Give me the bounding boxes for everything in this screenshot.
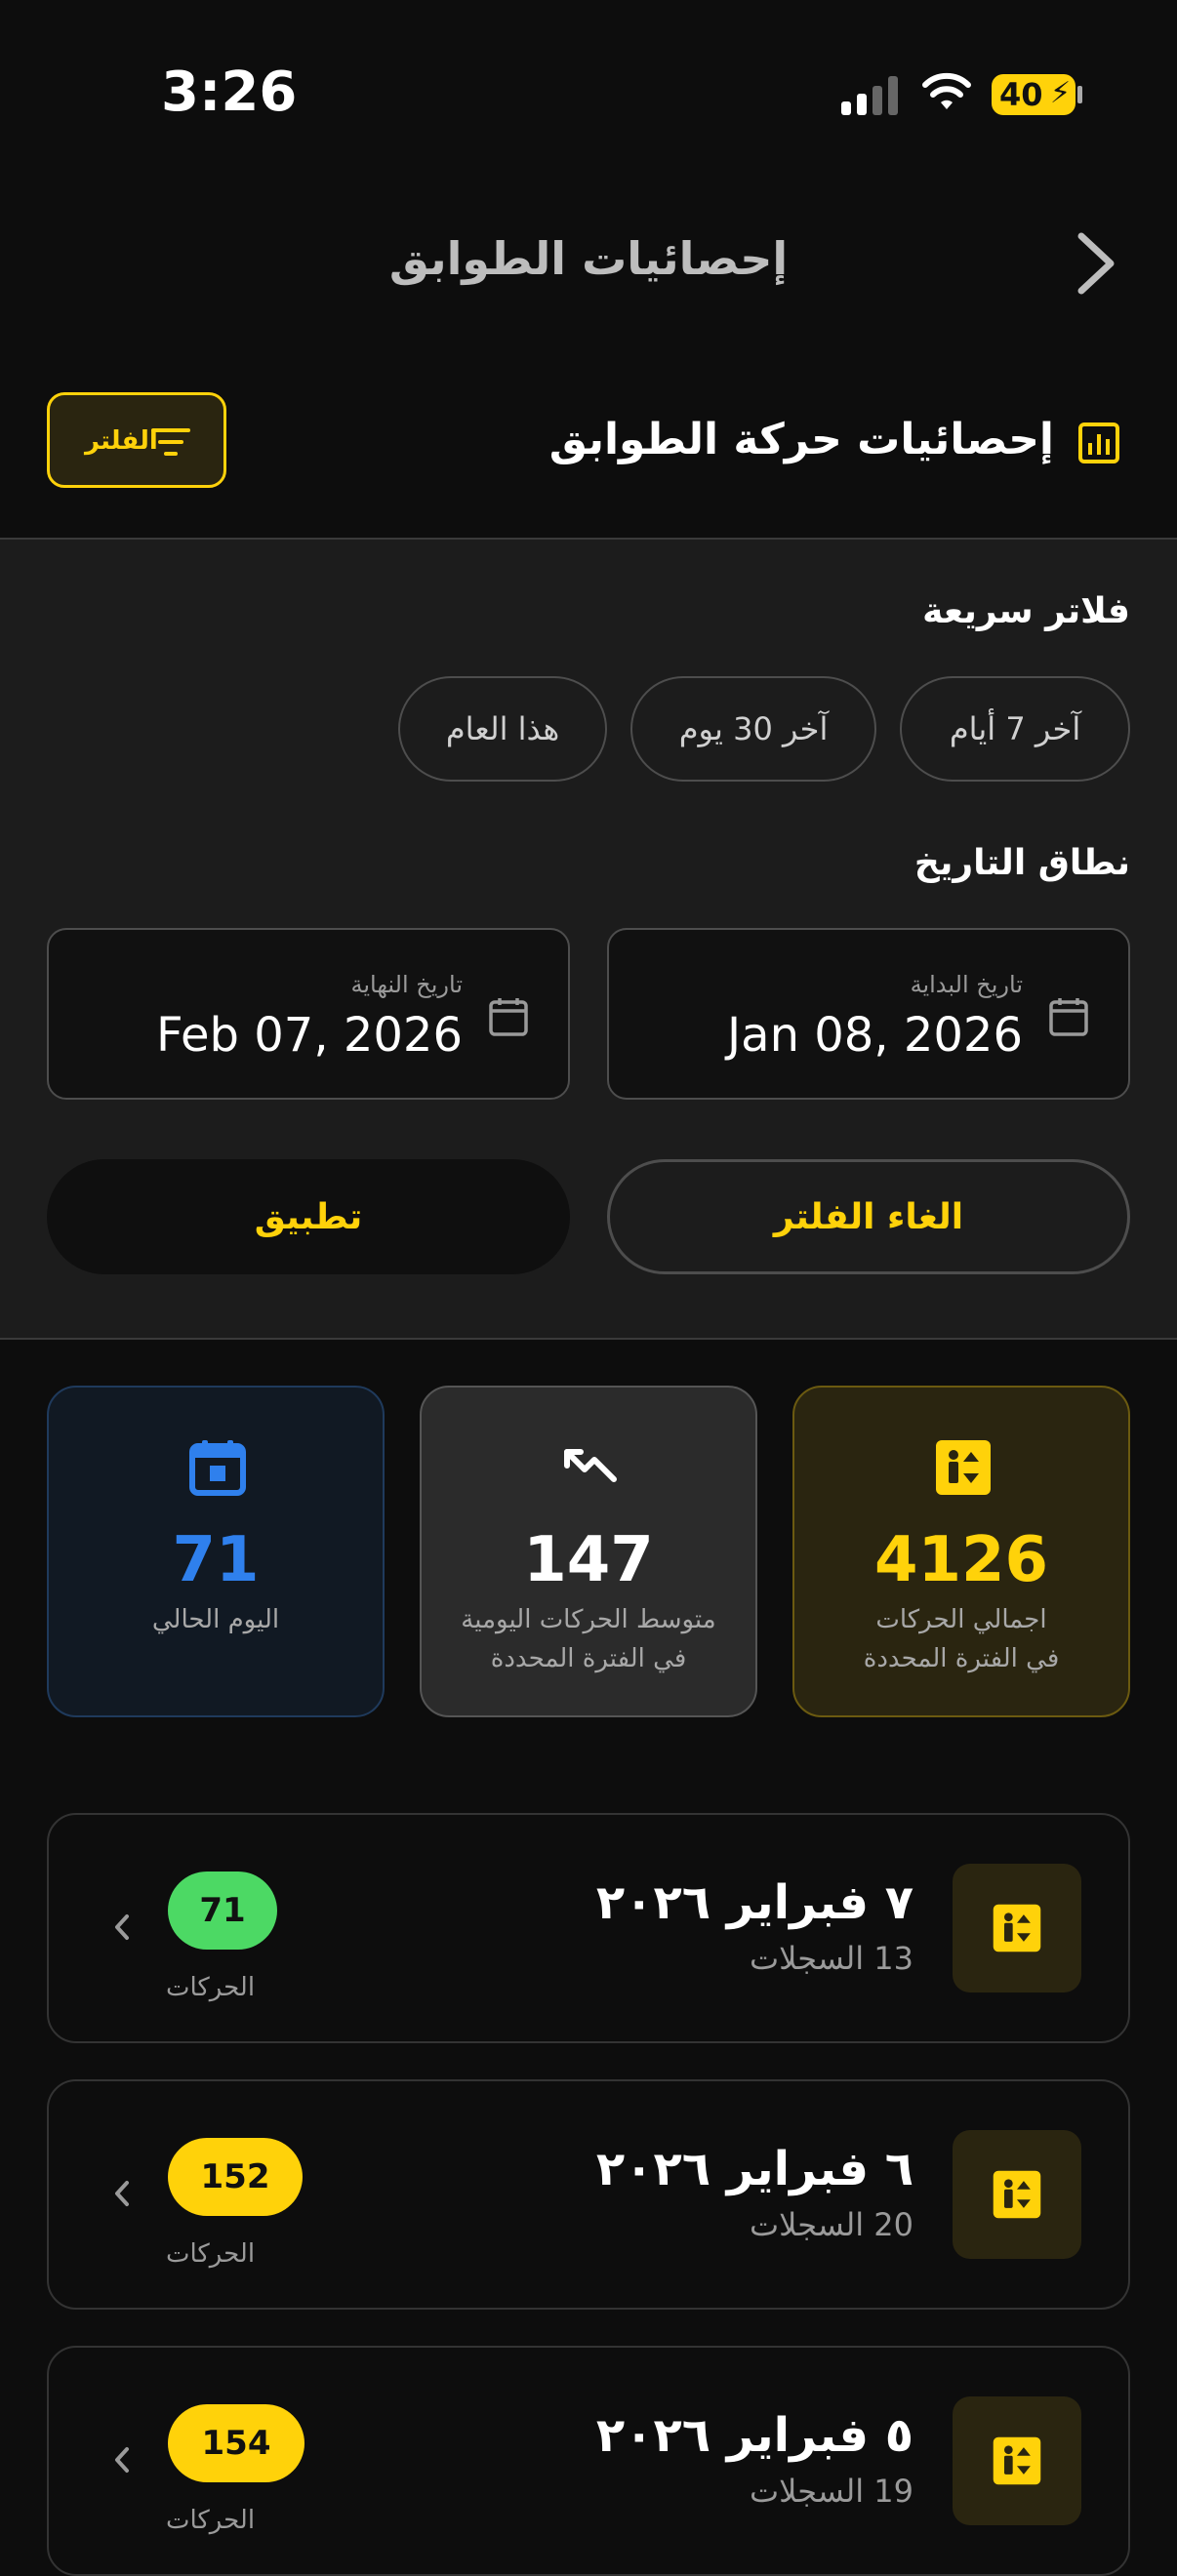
- quick-filters-title: فلاتر سريعة: [922, 591, 1130, 631]
- section-title: إحصائيات حركة الطوابق: [548, 415, 1054, 464]
- chip-this-year[interactable]: هذا العام: [398, 676, 607, 782]
- elevator-icon-box: [953, 2396, 1081, 2525]
- trending-icon: [564, 1449, 617, 1482]
- average-moves-caption-line1: متوسط الحركات اليومية: [461, 1605, 716, 1634]
- total-moves-card: 4126 اجمالي الحركات في الفترة المحددة: [792, 1386, 1130, 1717]
- total-moves-caption-line1: اجمالي الحركات: [875, 1605, 1047, 1634]
- average-moves-caption-line2: في الفترة المحددة: [490, 1644, 687, 1673]
- average-moves-value: 147: [523, 1524, 654, 1596]
- battery-nub: [1077, 86, 1082, 103]
- day-records: 19 السجلات: [750, 2473, 913, 2510]
- day-records: 20 السجلات: [750, 2206, 913, 2243]
- calendar-icon: [489, 998, 528, 1036]
- apply-button[interactable]: تطبيق: [47, 1159, 570, 1274]
- elevator-icon: [936, 1440, 991, 1495]
- wifi-icon: [922, 72, 971, 109]
- calendar-icon: [1049, 998, 1088, 1036]
- total-moves-value: 4126: [873, 1524, 1049, 1596]
- today-card: 71 اليوم الحالي: [47, 1386, 385, 1717]
- end-date-caption: تاريخ النهاية: [350, 971, 463, 998]
- chevron-left-icon: [115, 1914, 129, 1940]
- chevron-left-icon: [115, 2181, 129, 2206]
- end-date-value: Feb 07, 2026: [156, 1008, 463, 1063]
- moves-badge: 152: [168, 2138, 303, 2216]
- chip-last-7-days[interactable]: آخر 7 أيام: [900, 676, 1130, 782]
- day-date: ٦ فبراير ٢٠٢٦: [595, 2142, 913, 2196]
- filter-icon: [151, 428, 190, 456]
- day-row[interactable]: ٧ فبراير ٢٠٢٦ 13 السجلات 71 الحركات: [47, 1813, 1130, 2043]
- today-caption: اليوم الحالي: [151, 1605, 280, 1634]
- start-date-caption: تاريخ البداية: [910, 971, 1023, 998]
- moves-label: الحركات: [166, 2239, 256, 2269]
- filter-button-label: الفلتر: [85, 426, 158, 456]
- start-date-field[interactable]: تاريخ البداية Jan 08, 2026: [607, 928, 1130, 1100]
- total-moves-caption: اجمالي الحركات في الفترة المحددة: [794, 1600, 1128, 1678]
- moves-badge: 71: [168, 1872, 277, 1950]
- filter-button[interactable]: الفلتر: [47, 392, 226, 488]
- average-moves-card: 147 متوسط الحركات اليومية في الفترة المح…: [420, 1386, 757, 1717]
- start-date-value: Jan 08, 2026: [727, 1008, 1023, 1063]
- average-moves-caption: متوسط الحركات اليومية في الفترة المحددة: [422, 1600, 755, 1678]
- clear-filter-button[interactable]: الغاء الفلتر: [607, 1159, 1130, 1274]
- chip-last-30-days[interactable]: آخر 30 يوم: [630, 676, 876, 782]
- cellular-signal-icon: [841, 76, 898, 115]
- elevator-icon: [993, 1904, 1041, 1952]
- nav-title: إحصائيات الطوابق: [388, 232, 789, 285]
- elevator-icon: [993, 2170, 1041, 2219]
- today-value: 71: [172, 1524, 260, 1596]
- calendar-today-icon: [189, 1440, 246, 1496]
- day-records: 13 السجلات: [750, 1940, 913, 1977]
- bar-chart-icon: [1078, 423, 1119, 463]
- date-range-title: نطاق التاريخ: [913, 843, 1130, 883]
- battery-level: 40: [999, 76, 1043, 113]
- day-date: ٧ فبراير ٢٠٢٦: [595, 1875, 913, 1930]
- battery-icon: 40 ⚡: [992, 74, 1076, 115]
- elevator-icon: [993, 2436, 1041, 2485]
- total-moves-caption-line2: في الفترة المحددة: [863, 1644, 1060, 1673]
- back-chevron-icon[interactable]: [1068, 224, 1126, 302]
- chevron-left-icon: [115, 2447, 129, 2473]
- day-row[interactable]: ٥ فبراير ٢٠٢٦ 19 السجلات 154 الحركات: [47, 2346, 1130, 2576]
- day-row[interactable]: ٦ فبراير ٢٠٢٦ 20 السجلات 152 الحركات: [47, 2079, 1130, 2310]
- status-time: 3:26: [161, 60, 298, 124]
- moves-badge: 154: [168, 2404, 304, 2482]
- elevator-icon-box: [953, 2130, 1081, 2259]
- moves-label: الحركات: [166, 2506, 256, 2535]
- elevator-icon-box: [953, 1864, 1081, 1992]
- moves-label: الحركات: [166, 1973, 256, 2002]
- end-date-field[interactable]: تاريخ النهاية Feb 07, 2026: [47, 928, 570, 1100]
- day-date: ٥ فبراير ٢٠٢٦: [595, 2408, 913, 2463]
